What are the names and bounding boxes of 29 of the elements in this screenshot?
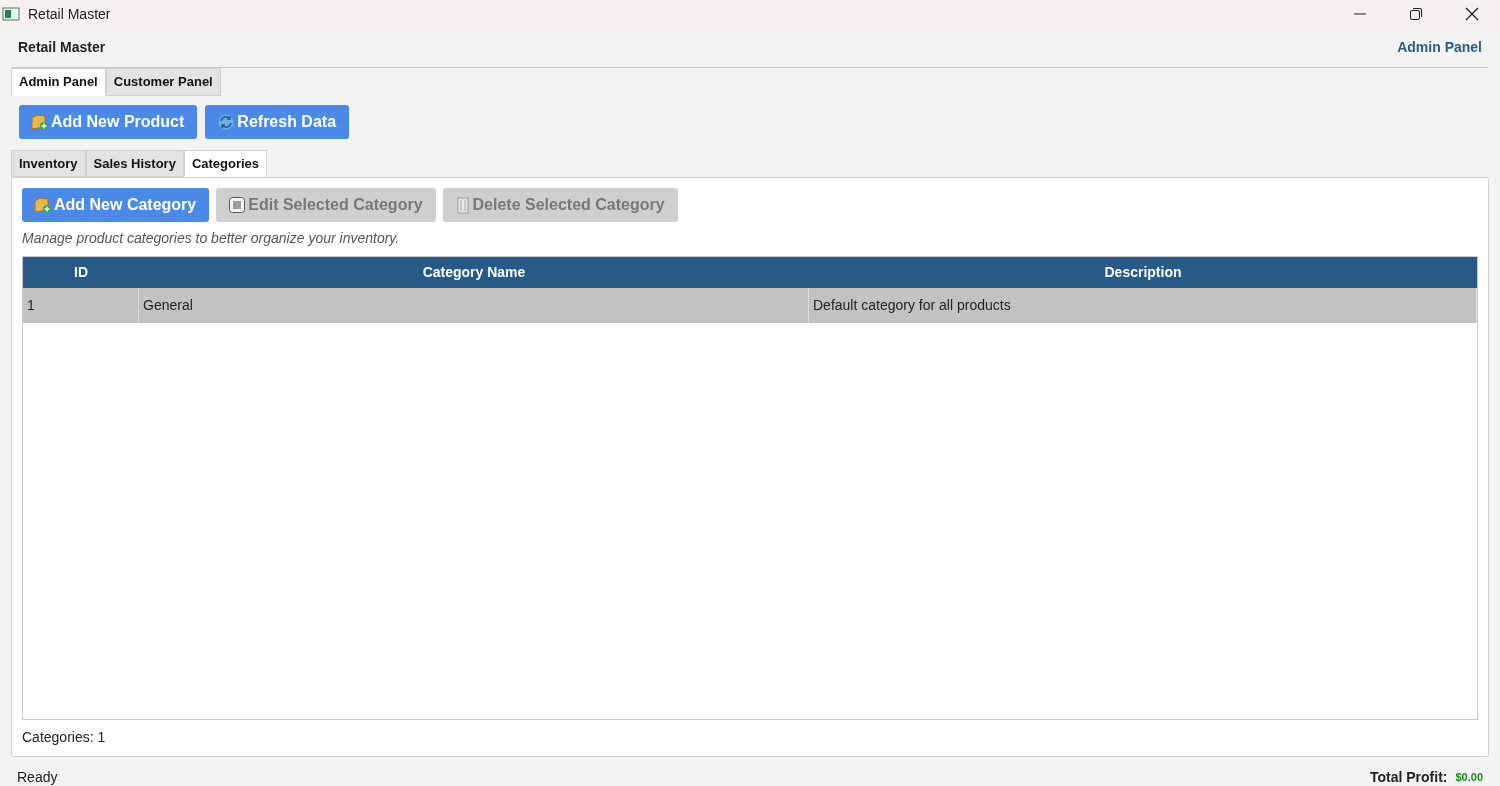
restore-icon (1410, 8, 1422, 20)
column-header[interactable]: ID (23, 262, 139, 283)
refresh-icon (217, 112, 236, 131)
hint-text: Manage product categories to better organize your inventory. (22, 229, 401, 248)
table-row[interactable]: 1 General Default category for all products (23, 288, 1477, 323)
tab[interactable]: Admin Panel (11, 68, 106, 96)
close-icon (1465, 7, 1479, 21)
window-title: Retail Master (28, 4, 111, 24)
trash-icon (454, 196, 471, 214)
app-title: Retail Master (18, 38, 106, 57)
profit-value: $0.00 (1455, 770, 1483, 786)
column-header[interactable]: Description (809, 262, 1477, 283)
folder-plus-icon (31, 112, 49, 131)
table-cell: General (139, 288, 809, 323)
document-icon (228, 196, 247, 214)
table-cell: 1 (23, 288, 139, 323)
status-text: Ready (17, 768, 58, 786)
tab[interactable]: Inventory (11, 149, 86, 177)
folder-plus-icon (34, 196, 52, 214)
minimize-icon (1354, 13, 1366, 15)
app-icon (2, 7, 20, 21)
tab[interactable]: Customer Panel (105, 68, 221, 96)
column-header[interactable]: Category Name (139, 262, 809, 283)
tab[interactable]: Categories (183, 149, 268, 177)
tab[interactable]: Sales History (85, 149, 184, 177)
table-cell: Default category for all products (809, 288, 1477, 323)
category-count: Categories: 1 (22, 728, 107, 747)
panel-label: Admin Panel (1397, 38, 1482, 57)
profit-label: Total Profit: (1369, 768, 1448, 786)
